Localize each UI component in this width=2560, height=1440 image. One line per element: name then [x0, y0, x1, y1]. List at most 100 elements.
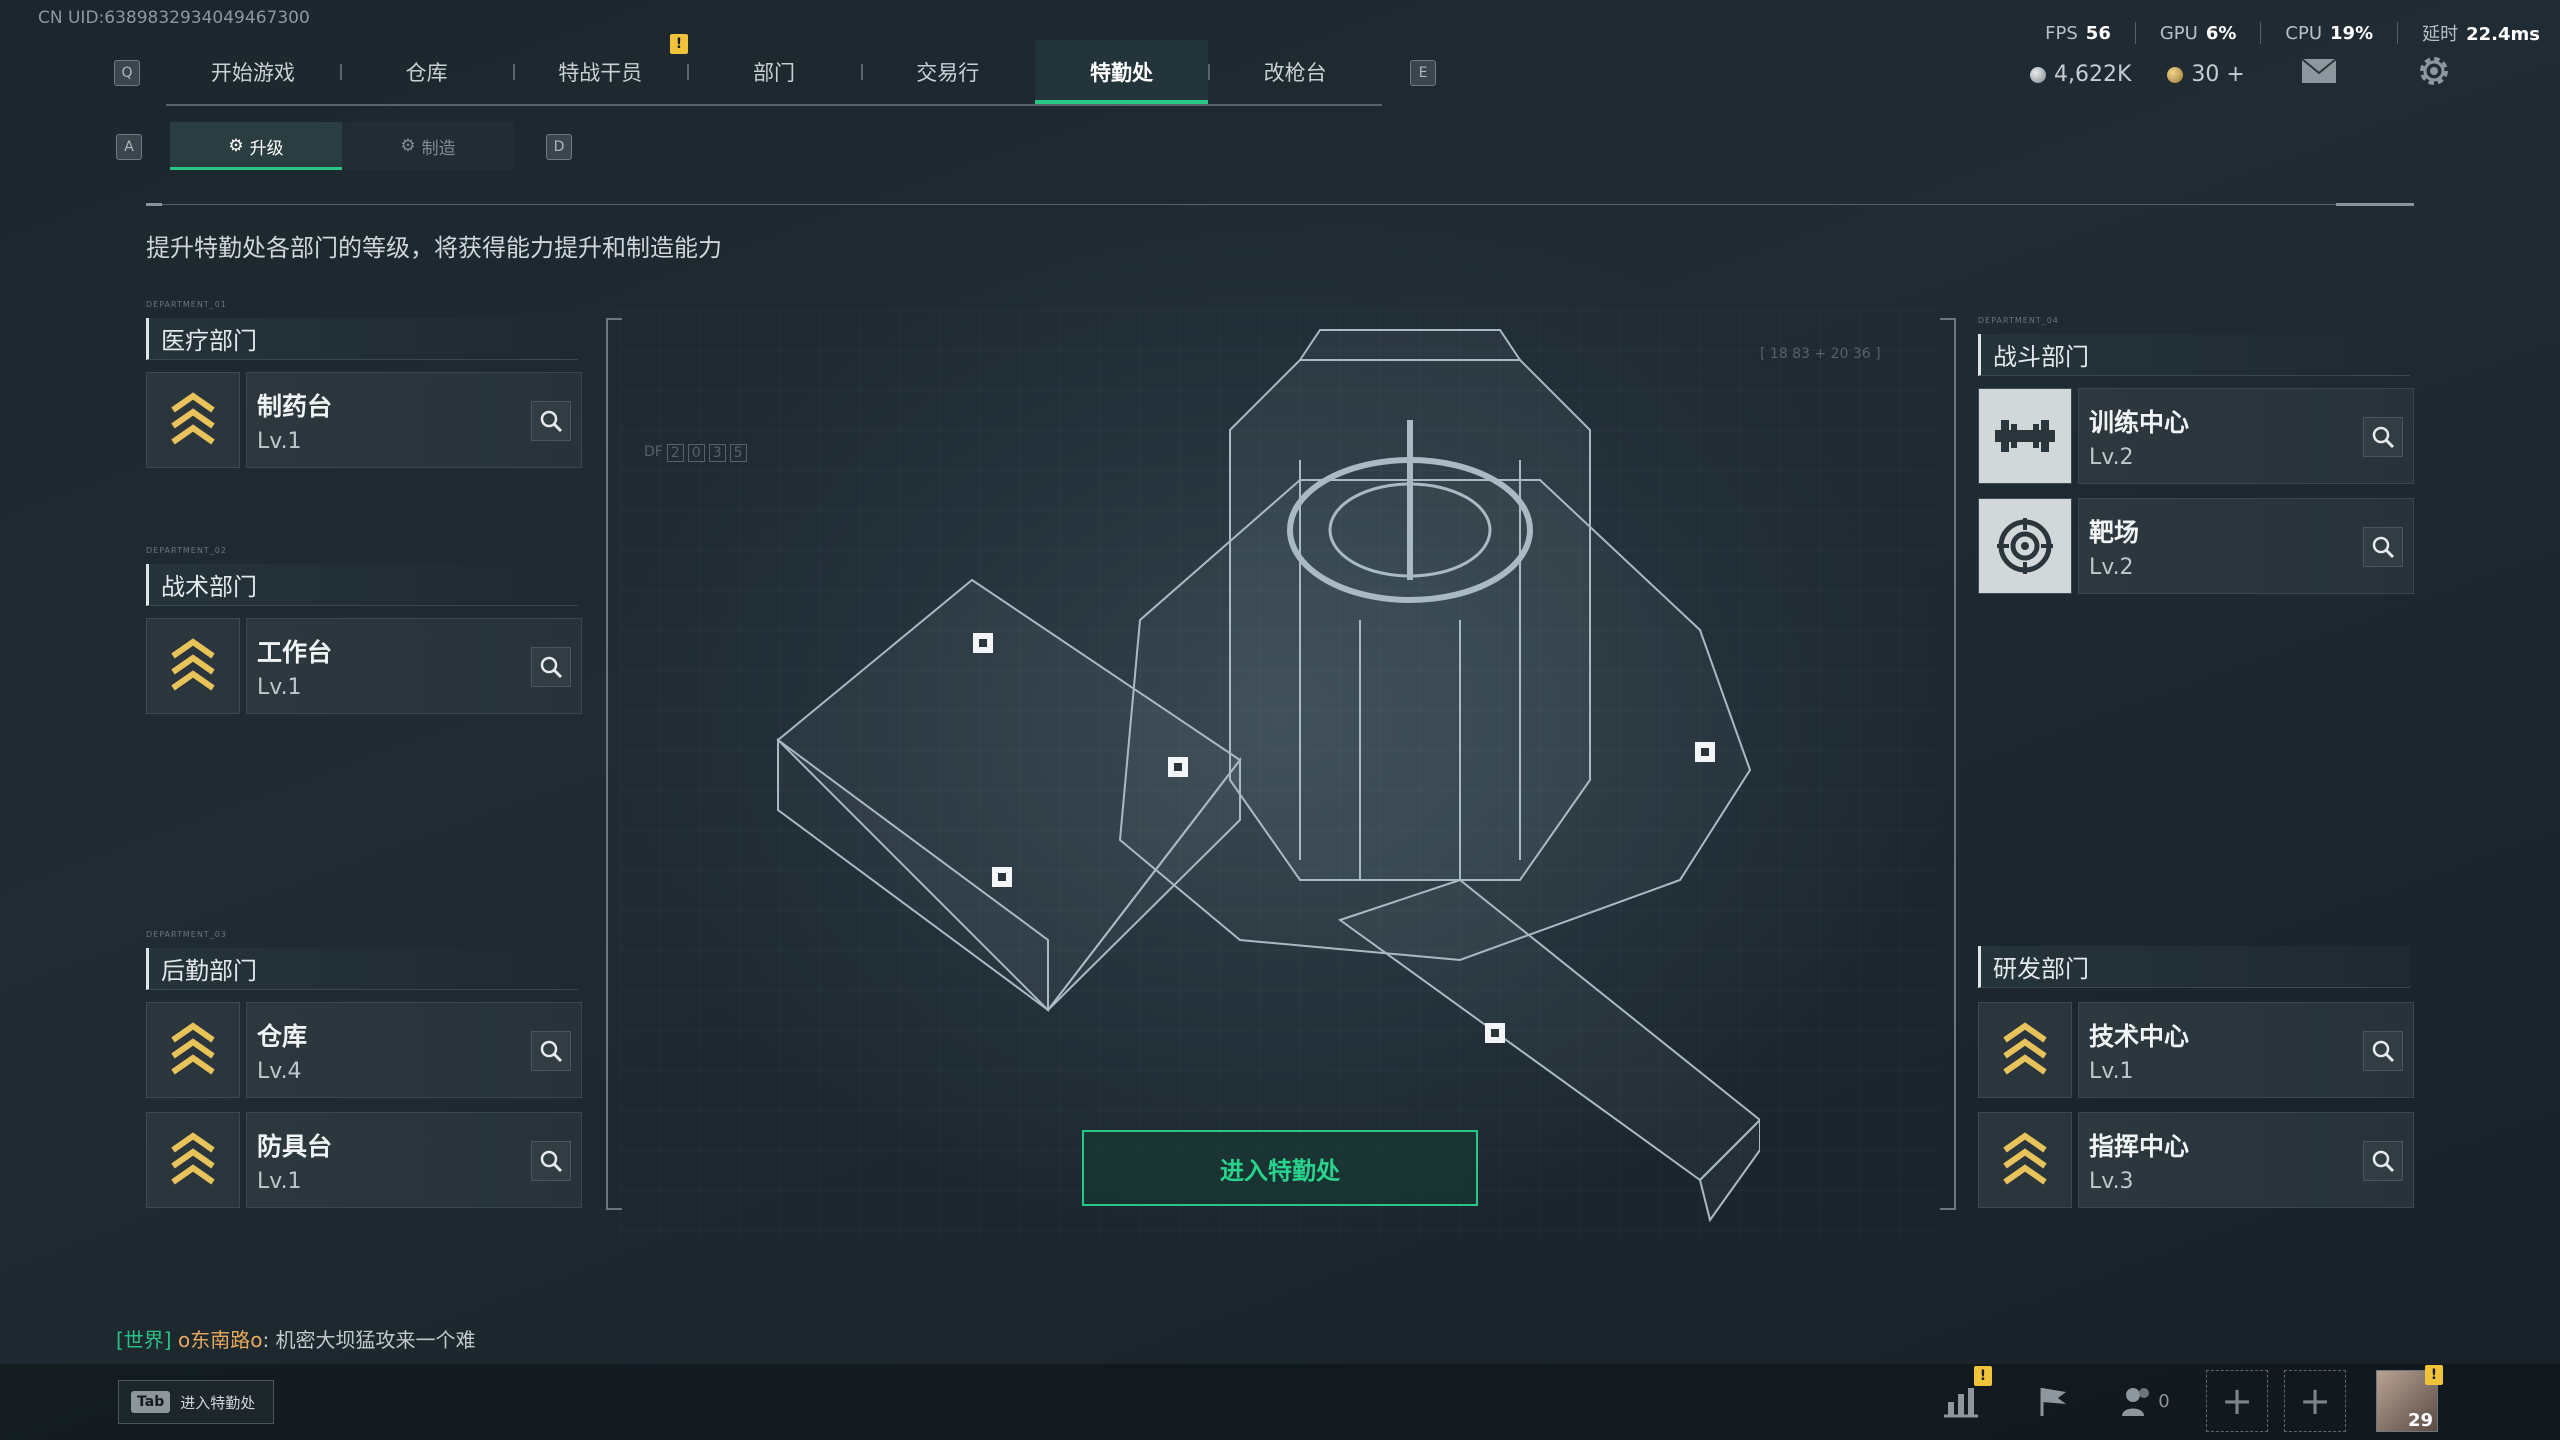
- upgrade-chevrons-icon: [1978, 1112, 2072, 1208]
- search-icon[interactable]: [531, 1031, 571, 1071]
- top-nav: 开始游戏 仓库 特战干员 部门 交易行 特勤处 改枪台: [166, 40, 1382, 106]
- gold-currency[interactable]: 30 +: [2167, 62, 2245, 87]
- facility-tech-center[interactable]: 技术中心 Lv.1: [1978, 1002, 2414, 1098]
- add-party-slot-button[interactable]: +: [2284, 1370, 2346, 1432]
- tab-trading[interactable]: 交易行: [860, 40, 1035, 104]
- avatar-alert-badge: !: [2425, 1365, 2443, 1385]
- facility-warehouse[interactable]: 仓库 Lv.4: [146, 1002, 582, 1098]
- nav-prev-key[interactable]: Q: [114, 60, 140, 86]
- friends-icon: [2122, 1388, 2150, 1416]
- dept-tag: DEPARTMENT_01: [146, 300, 227, 309]
- gpu-stat: GPU 6%: [2159, 22, 2237, 44]
- tab-key: Tab: [131, 1391, 171, 1413]
- search-icon[interactable]: [531, 1141, 571, 1181]
- divider-cap: [146, 203, 162, 206]
- player-avatar[interactable]: 29 !: [2376, 1365, 2443, 1432]
- target-icon: [1978, 498, 2072, 594]
- add-party-slot-button[interactable]: +: [2206, 1370, 2268, 1432]
- stats-alert-badge: !: [1974, 1366, 1992, 1386]
- facility-info[interactable]: 仓库 Lv.4: [246, 1002, 582, 1098]
- map-frame-left: [606, 318, 622, 1210]
- add-gold-icon[interactable]: +: [2226, 62, 2244, 87]
- tab-gunsmith[interactable]: 改枪台: [1208, 40, 1382, 104]
- facility-info[interactable]: 指挥中心 Lv.3: [2078, 1112, 2414, 1208]
- divider: [146, 204, 2414, 205]
- facility-armor-bench[interactable]: 防具台 Lv.1: [146, 1112, 582, 1208]
- facility-training-center[interactable]: 训练中心 Lv.2: [1978, 388, 2414, 484]
- map-df-readout: DF 2 0 3 5: [644, 444, 747, 462]
- subtab-next-key[interactable]: D: [546, 134, 572, 160]
- tab-warehouse[interactable]: 仓库: [339, 40, 514, 104]
- dept-header-logistics: 后勤部门: [146, 948, 578, 990]
- silver-currency: 4,622K: [2030, 62, 2131, 87]
- craft-icon: ⚙: [400, 136, 416, 156]
- facility-info[interactable]: 靶场 Lv.2: [2078, 498, 2414, 594]
- search-icon[interactable]: [531, 401, 571, 441]
- friends-button[interactable]: 0: [2114, 1370, 2176, 1432]
- search-icon[interactable]: [2363, 417, 2403, 457]
- fps-stat: FPS 56: [2045, 22, 2111, 44]
- player-level: 29: [2407, 1410, 2433, 1431]
- dept-header-tactical: 战术部门: [146, 564, 578, 606]
- silver-coin-icon: [2030, 66, 2046, 83]
- world-chat-line[interactable]: [世界] o东南路o: 机密大坝猛攻来一个难: [116, 1324, 476, 1353]
- facility-shooting-range[interactable]: 靶场 Lv.2: [1978, 498, 2414, 594]
- dept-tag: DEPARTMENT_03: [146, 930, 227, 939]
- search-icon[interactable]: [2363, 1141, 2403, 1181]
- chat-message: : 机密大坝猛攻来一个难: [262, 1328, 476, 1352]
- latency-stat: 延时 22.4ms: [2422, 24, 2540, 45]
- nav-next-key[interactable]: E: [1410, 60, 1436, 86]
- mail-icon[interactable]: [2301, 58, 2337, 90]
- plus-icon: +: [2299, 1379, 2331, 1423]
- upgrade-chevrons-icon: [146, 1002, 240, 1098]
- upgrade-chevrons-icon: [146, 618, 240, 714]
- tab-hint-label: 进入特勤处: [180, 1393, 256, 1412]
- dumbbell-icon: [1978, 388, 2072, 484]
- facility-workbench[interactable]: 工作台 Lv.1: [146, 618, 582, 714]
- facility-info[interactable]: 训练中心 Lv.2: [2078, 388, 2414, 484]
- gold-coin-icon: [2167, 66, 2184, 83]
- performance-stats: FPS 56 GPU 6% CPU 19% 延时 22.4ms: [2045, 20, 2540, 46]
- facility-info[interactable]: 防具台 Lv.1: [246, 1112, 582, 1208]
- upgrade-icon: ⚙: [228, 136, 244, 156]
- stats-chart-icon[interactable]: !: [1930, 1366, 1992, 1432]
- dept-header-research: 研发部门: [1978, 946, 2410, 988]
- tab-operators[interactable]: 特战干员: [513, 40, 687, 104]
- currency-bar: 4,622K 30 +: [2030, 54, 2451, 94]
- cpu-stat: CPU 19%: [2285, 22, 2374, 44]
- friends-count: 0: [2158, 1390, 2170, 1412]
- facility-3d-model[interactable]: [760, 320, 1760, 1240]
- player-uid: CN UID:6389832934049467300: [38, 8, 310, 28]
- operators-alert-badge: !: [670, 34, 688, 54]
- chat-channel: [世界]: [116, 1328, 172, 1352]
- map-frame-right: [1940, 318, 1956, 1210]
- settings-gear-icon[interactable]: [2417, 54, 2451, 94]
- bottom-right-toolbar: ! 0 + + 29 !: [1930, 1365, 2443, 1432]
- page-description: 提升特勤处各部门的等级，将获得能力提升和制造能力: [146, 234, 722, 262]
- facility-info[interactable]: 制药台 Lv.1: [246, 372, 582, 468]
- facility-pharmacy[interactable]: 制药台 Lv.1: [146, 372, 582, 468]
- upgrade-chevrons-icon: [146, 1112, 240, 1208]
- tab-start-game[interactable]: 开始游戏: [166, 40, 340, 104]
- dept-header-combat: 战斗部门: [1978, 334, 2410, 376]
- upgrade-chevrons-icon: [1978, 1002, 2072, 1098]
- chat-user[interactable]: o东南路o: [178, 1328, 262, 1352]
- facility-info[interactable]: 工作台 Lv.1: [246, 618, 582, 714]
- tab-department[interactable]: 部门: [687, 40, 861, 104]
- search-icon[interactable]: [2363, 527, 2403, 567]
- subtabs: ⚙ 升级 ⚙ 制造: [170, 122, 514, 170]
- enter-special-ops-button[interactable]: 进入特勤处: [1082, 1130, 1478, 1206]
- search-icon[interactable]: [2363, 1031, 2403, 1071]
- tab-special-ops[interactable]: 特勤处: [1034, 40, 1209, 104]
- dept-header-medical: 医疗部门: [146, 318, 578, 360]
- facility-info[interactable]: 技术中心 Lv.1: [2078, 1002, 2414, 1098]
- search-icon[interactable]: [531, 647, 571, 687]
- subtab-prev-key[interactable]: A: [116, 134, 142, 160]
- flag-icon[interactable]: [2022, 1370, 2084, 1432]
- subtab-upgrade[interactable]: ⚙ 升级: [170, 122, 342, 170]
- dept-tag: DEPARTMENT_02: [146, 546, 227, 555]
- tab-hint-button[interactable]: Tab 进入特勤处: [118, 1380, 274, 1424]
- map-coordinates: [ 18 83 + 20 36 ]: [1760, 346, 1881, 362]
- subtab-craft[interactable]: ⚙ 制造: [342, 122, 514, 170]
- facility-command-center[interactable]: 指挥中心 Lv.3: [1978, 1112, 2414, 1208]
